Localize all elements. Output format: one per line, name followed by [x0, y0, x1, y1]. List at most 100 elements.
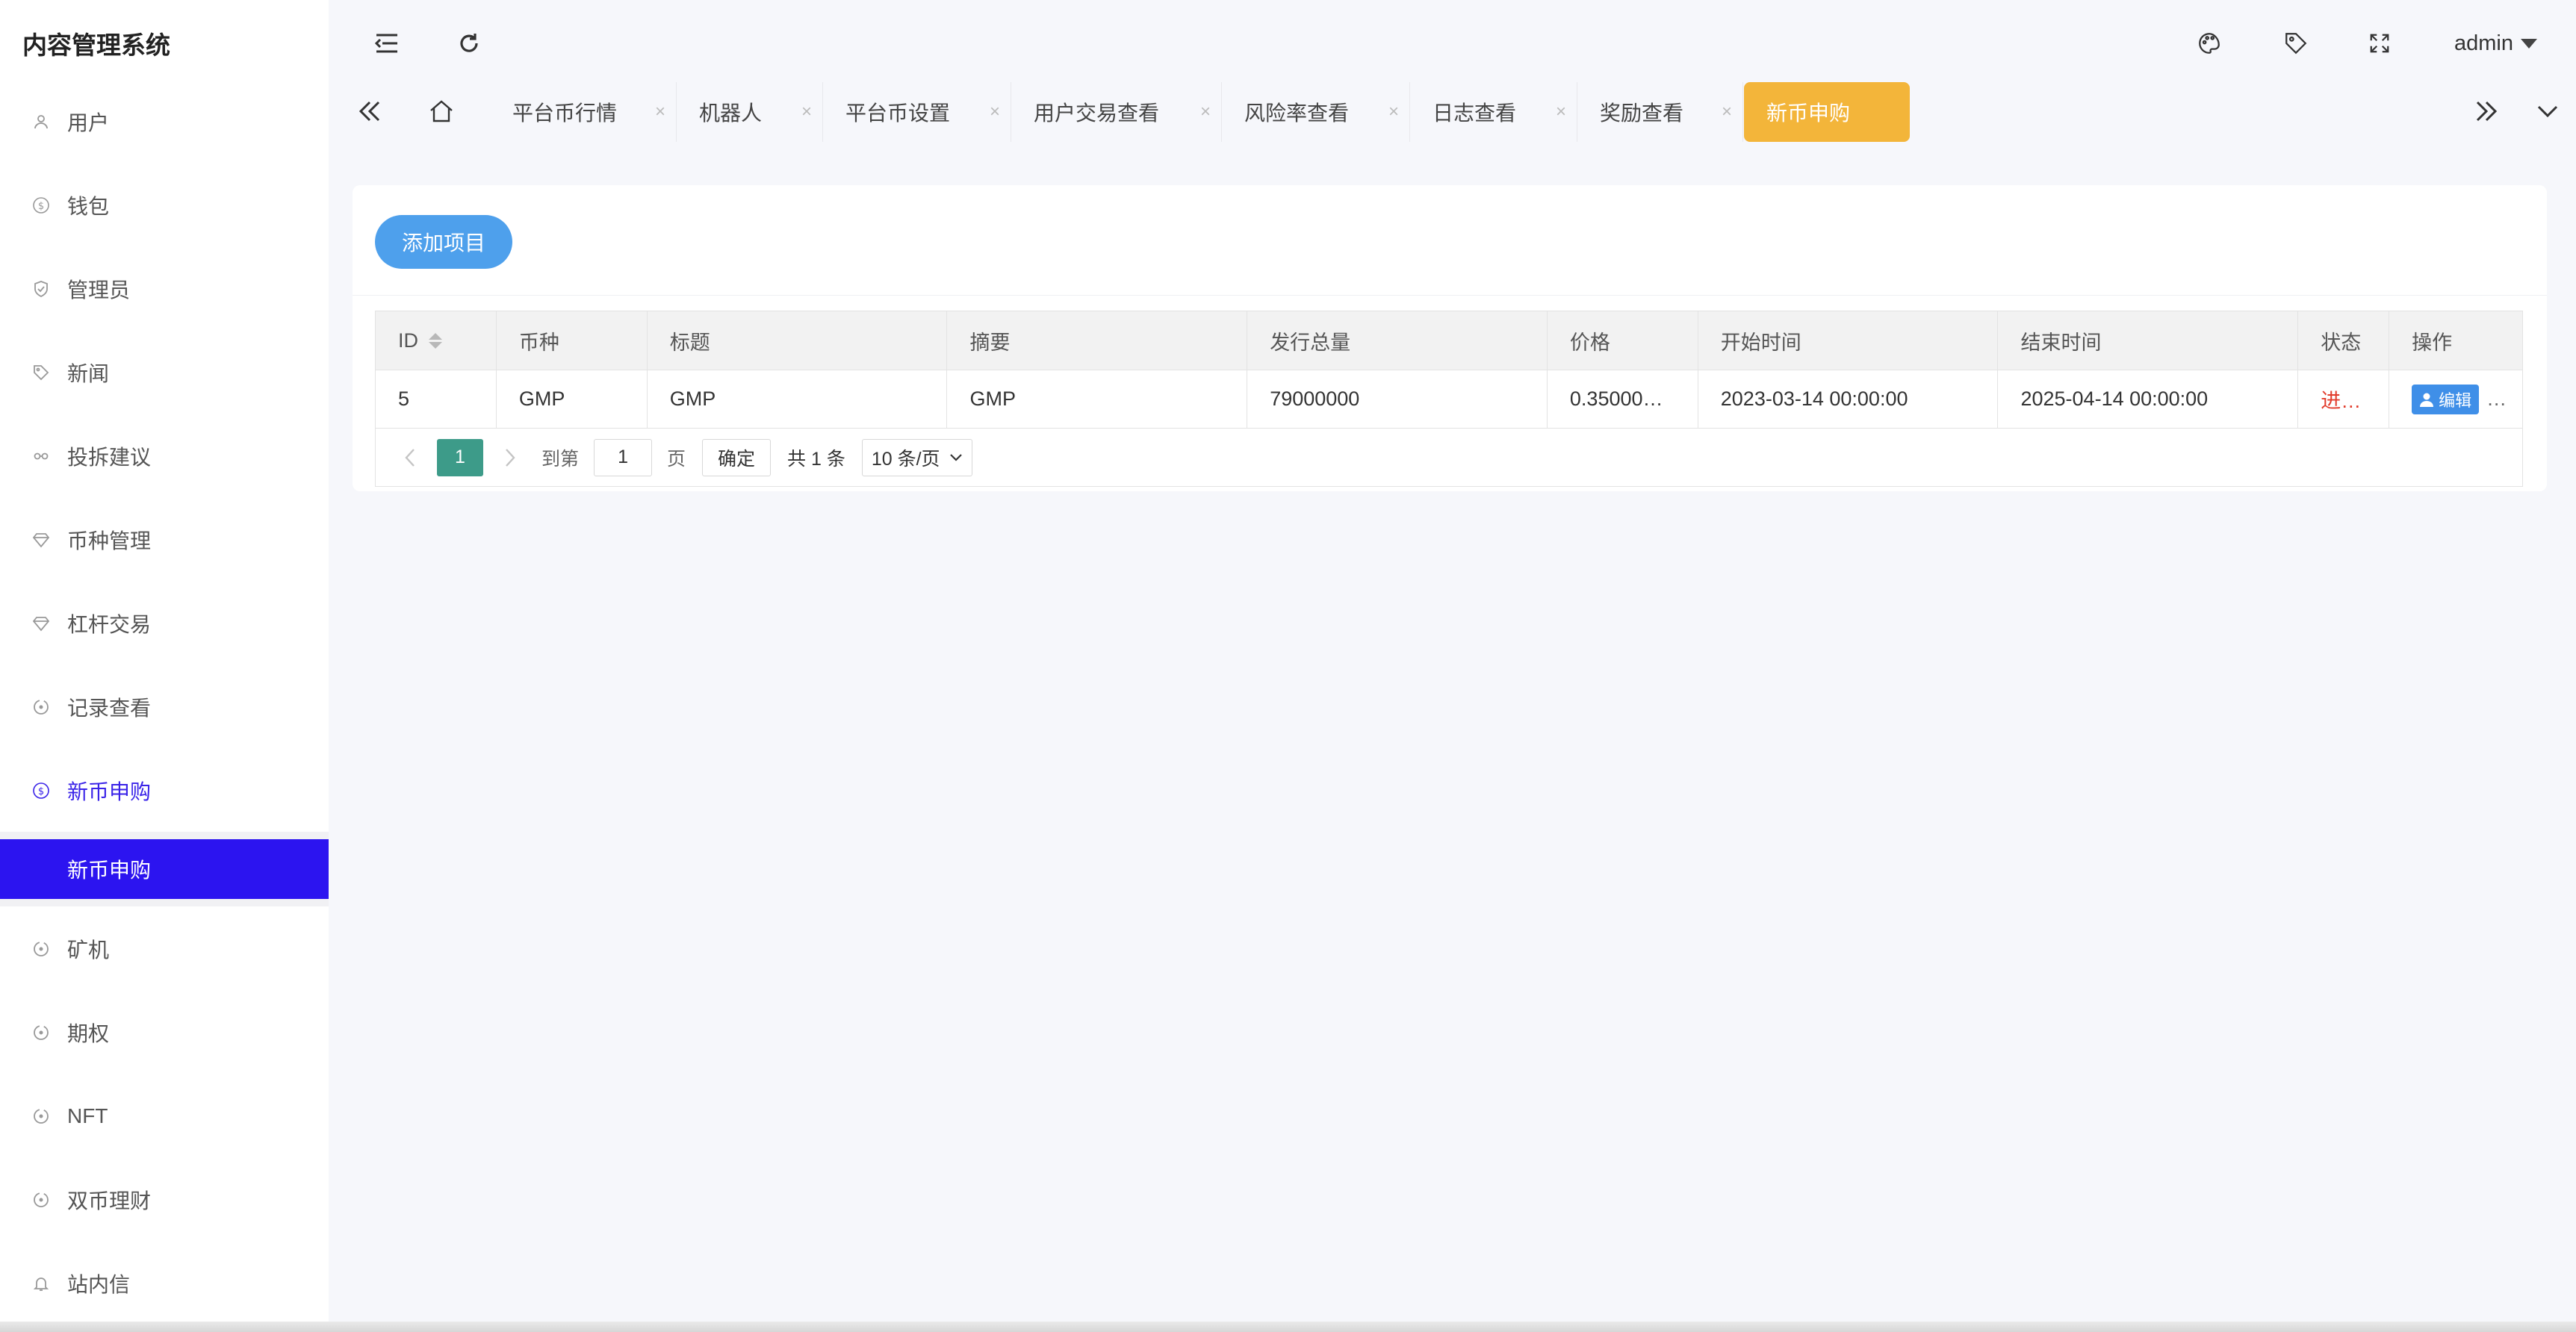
circle-icon	[31, 1107, 51, 1126]
column-header: 价格	[1547, 311, 1698, 370]
tab-new-coin[interactable]: 新币申购	[1744, 82, 1910, 142]
sidebar-item-records[interactable]: 记录查看	[0, 673, 329, 741]
sidebar-item-label: 矿机	[67, 939, 110, 962]
submenu-item-new-coin[interactable]: 新币申购	[0, 839, 329, 899]
current-page[interactable]: 1	[437, 438, 483, 476]
cell-start-time: 2023-03-14 00:00:00	[1698, 370, 1999, 428]
close-icon[interactable]: ×	[1200, 103, 1211, 121]
sidebar-item-user[interactable]: 用户	[0, 88, 329, 155]
sidebar-item-leverage[interactable]: 杠杆交易	[0, 590, 329, 657]
username: admin	[2454, 31, 2513, 55]
diamond-icon	[31, 614, 51, 633]
close-icon[interactable]: ×	[1556, 103, 1566, 121]
close-icon[interactable]: ×	[801, 103, 812, 121]
cell-id: 5	[376, 370, 497, 428]
next-page-icon[interactable]	[495, 443, 525, 473]
sidebar: 内容管理系统 用户 $ 钱包 管理员 新闻 投拆建议 币种管理 杠杆交易 记录查…	[0, 0, 329, 1332]
tag-icon	[31, 363, 51, 382]
sidebar-item-dual-finance[interactable]: 双币理财	[0, 1166, 329, 1233]
sidebar-item-label: 新币申购	[67, 780, 152, 803]
tab-risk-rate[interactable]: 风险率查看 ×	[1222, 82, 1410, 142]
sidebar-item-label: 投拆建议	[67, 446, 152, 469]
cell-actions: 编辑 …	[2389, 370, 2523, 428]
sidebar-item-admin[interactable]: 管理员	[0, 255, 329, 323]
goto-confirm-button[interactable]: 确定	[702, 438, 772, 476]
cell-price: 0.35000…	[1547, 370, 1698, 428]
column-header: 发行总量	[1247, 311, 1548, 370]
column-header: 开始时间	[1698, 311, 1999, 370]
window-bottom-edge	[0, 1322, 2576, 1332]
column-header: 币种	[496, 311, 648, 370]
sidebar-item-messages[interactable]: 站内信	[0, 1250, 329, 1317]
column-header: 标题	[647, 311, 948, 370]
tab-platform-settings[interactable]: 平台币设置 ×	[823, 82, 1011, 142]
home-tab[interactable]	[415, 79, 468, 143]
sidebar-item-feedback[interactable]: 投拆建议	[0, 423, 329, 490]
prev-page-icon[interactable]	[395, 443, 425, 473]
user-menu[interactable]: admin	[2454, 27, 2537, 60]
refresh-icon[interactable]	[453, 27, 485, 60]
circle-icon	[31, 1190, 51, 1210]
close-icon[interactable]: ×	[1722, 103, 1732, 121]
edit-button[interactable]: 编辑	[2412, 384, 2480, 414]
sidebar-item-label: 期权	[67, 1022, 110, 1045]
column-header-id[interactable]: ID	[376, 311, 497, 370]
sidebar-item-label: 用户	[67, 111, 110, 134]
sidebar-item-wallet[interactable]: $ 钱包	[0, 172, 329, 239]
user-icon	[31, 112, 51, 131]
status-text: 进…	[2321, 390, 2362, 412]
goto-label: 到第	[541, 448, 580, 470]
sidebar-item-label: 新闻	[67, 362, 110, 385]
tab-rewards[interactable]: 奖励查看 ×	[1577, 82, 1743, 142]
svg-text:$: $	[38, 786, 44, 797]
cell-status: 进…	[2298, 370, 2390, 428]
sidebar-item-label: 币种管理	[67, 529, 152, 553]
tabs-scroll-left-icon[interactable]	[344, 79, 396, 143]
more-actions[interactable]: …	[2486, 388, 2507, 411]
circle-icon	[31, 939, 51, 959]
tag-icon[interactable]	[2279, 27, 2312, 60]
sidebar-item-news[interactable]: 新闻	[0, 339, 329, 406]
sidebar-item-miner[interactable]: 矿机	[0, 915, 329, 983]
shield-icon	[31, 279, 51, 299]
cell-title: GMP	[647, 370, 948, 428]
pagination: 1 到第 页 确定 共 1 条 10 条/页	[375, 429, 2523, 487]
column-header: 摘要	[947, 311, 1248, 370]
sidebar-item-label: 钱包	[67, 195, 110, 218]
goto-page-input[interactable]	[594, 438, 653, 476]
tabs-dropdown-icon[interactable]	[2521, 79, 2574, 143]
circle-icon	[31, 1023, 51, 1042]
close-icon[interactable]: ×	[1388, 103, 1399, 121]
tab-user-trades[interactable]: 用户交易查看 ×	[1011, 82, 1222, 142]
table-header: ID 币种 标题 摘要 发行总量 价格 开始时间 结束时间 状态 操作	[376, 311, 2523, 370]
caret-down-icon	[2521, 38, 2537, 49]
sidebar-item-coin-manage[interactable]: 币种管理	[0, 506, 329, 573]
cell-total: 79000000	[1247, 370, 1548, 428]
tab-platform-market[interactable]: 平台币行情 ×	[490, 82, 677, 142]
cell-end-time: 2025-04-14 00:00:00	[1998, 370, 2299, 428]
svg-text:$: $	[38, 201, 44, 212]
menu-fold-icon[interactable]	[370, 27, 403, 60]
column-header: 操作	[2389, 311, 2523, 370]
sidebar-item-nft[interactable]: NFT	[0, 1083, 329, 1150]
sidebar-item-options[interactable]: 期权	[0, 999, 329, 1066]
tab-bar: 平台币行情 × 机器人 × 平台币设置 × 用户交易查看 × 风险率查看 × 日…	[329, 79, 2576, 143]
column-header: 结束时间	[1998, 311, 2299, 370]
palette-icon[interactable]	[2193, 27, 2226, 60]
column-header: 状态	[2298, 311, 2390, 370]
link-icon	[31, 446, 51, 466]
page-size-select[interactable]: 10 条/页	[861, 438, 972, 476]
tabs-scroll-right-icon[interactable]	[2460, 79, 2513, 143]
sidebar-item-label: 杠杆交易	[67, 613, 152, 636]
sidebar-item-new-coin[interactable]: $ 新币申购	[0, 757, 329, 824]
data-table: ID 币种 标题 摘要 发行总量 价格 开始时间 结束时间 状态 操作 5 GM…	[375, 311, 2523, 429]
dollar-icon: $	[31, 781, 51, 800]
total-count: 共 1 条	[787, 448, 845, 470]
add-project-button[interactable]: 添加项目	[375, 215, 512, 269]
tab-robot[interactable]: 机器人 ×	[677, 82, 823, 142]
close-icon[interactable]: ×	[655, 103, 665, 121]
fullscreen-icon[interactable]	[2363, 27, 2396, 60]
tab-logs[interactable]: 日志查看 ×	[1410, 82, 1577, 142]
sort-icon[interactable]	[429, 332, 442, 349]
close-icon[interactable]: ×	[990, 103, 1000, 121]
